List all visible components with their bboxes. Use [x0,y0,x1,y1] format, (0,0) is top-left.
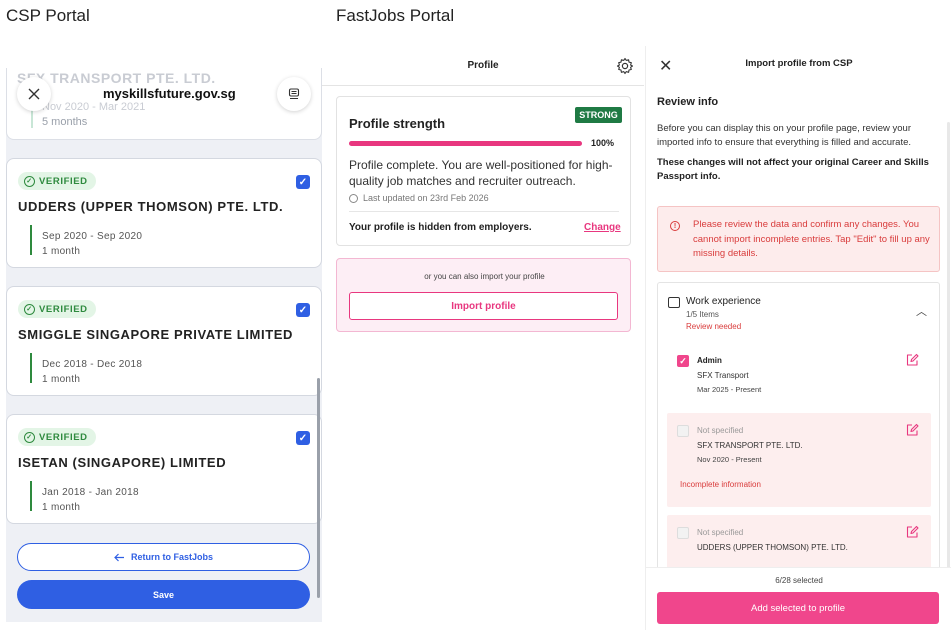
clock-icon [349,193,358,203]
section-status: Review needed [686,322,742,331]
strength-badge: STRONG [575,107,622,123]
job-company: UDDERS (UPPER THOMSON) PTE. LTD. [697,543,848,552]
select-checkbox[interactable]: ✓ [296,175,310,189]
review-note: These changes will not affect your origi… [657,157,929,182]
partial-experience-card: SFX TRANSPORT PTE. LTD. Nov 2020 - Mar 2… [6,68,322,140]
job-dates: Nov 2020 - Present [697,455,762,464]
return-to-fastjobs-button[interactable]: Return to FastJobs [17,543,310,571]
strength-progress-bar [349,141,582,146]
strength-progress-fill [349,141,582,146]
gear-icon[interactable] [616,57,634,75]
review-heading: Review info [657,96,719,108]
job-item[interactable]: Not specified SFX TRANSPORT PTE. LTD. No… [667,413,931,507]
page-title: Import profile from CSP [745,58,853,69]
fastjobs-profile-screen: Profile Profile strength STRONG 100% Pro… [322,46,644,630]
import-header: ✕ Import profile from CSP [646,46,951,82]
employment-dates: Dec 2018 - Dec 2018 [42,359,143,370]
experience-card[interactable]: ✓ VERIFIED ✓ ISETAN (SINGAPORE) LIMITED … [6,414,322,524]
csp-portal-caption: CSP Portal [6,6,90,25]
job-item[interactable]: Not specified UDDERS (UPPER THOMSON) PTE… [667,515,931,567]
page-title: Profile [467,60,499,71]
import-body: Review info Before you can display this … [646,82,951,567]
employment-duration: 1 month [42,502,81,513]
strength-description: Profile complete. You are well-positione… [349,158,613,188]
import-from-csp-screen: ✕ Import profile from CSP Review info Be… [645,46,951,630]
profile-strength-title: Profile strength [349,116,446,131]
selected-count: 6/28 selected [775,576,823,585]
import-profile-button[interactable]: Import profile [349,292,618,320]
section-count: 1/5 Items [686,310,719,319]
edit-icon[interactable] [905,353,919,367]
experience-card[interactable]: ✓ VERIFIED ✓ SMIGGLE SINGAPORE PRIVATE L… [6,286,322,396]
visibility-status: Your profile is hidden from employers. [349,222,532,233]
company-name: ISETAN (SINGAPORE) LIMITED [18,455,227,470]
incomplete-alert: ! Please review the data and confirm any… [657,206,940,272]
menu-icon [288,88,300,100]
alert-icon: ! [670,221,680,231]
job-title: Not specified [697,426,744,435]
job-company: SFX Transport [697,371,749,380]
timeline-bar [30,353,32,383]
browser-menu-button[interactable] [277,77,311,111]
profile-header: Profile [322,46,644,86]
edit-icon[interactable] [905,525,919,539]
last-updated: Last updated on 23rd Feb 2026 [349,193,489,203]
review-description: Before you can display this on your prof… [657,123,912,148]
timeline-bar [30,225,32,255]
fastjobs-portal-caption: FastJobs Portal [336,6,455,25]
job-title: Admin [697,356,722,365]
company-name: SMIGGLE SINGAPORE PRIVATE LIMITED [18,327,294,342]
strength-percent: 100% [591,138,615,148]
divider [349,211,619,212]
verified-check-icon: ✓ [24,431,35,443]
profile-strength-card: Profile strength STRONG 100% Profile com… [336,96,631,246]
partial-card-dates: Nov 2020 - Mar 2021 [42,101,146,113]
import-footer: 6/28 selected Add selected to profile [646,567,951,630]
select-checkbox[interactable]: ✓ [296,303,310,317]
job-title: Not specified [697,528,744,537]
close-button[interactable] [17,77,51,111]
job-company: SFX TRANSPORT PTE. LTD. [697,441,803,450]
scrollbar[interactable] [317,378,320,598]
section-title: Work experience [686,296,761,307]
add-selected-button[interactable]: Add selected to profile [657,592,939,624]
close-icon [28,88,40,100]
scrollbar[interactable] [947,122,950,567]
briefcase-icon [668,297,680,308]
job-checkbox[interactable] [677,527,689,539]
employment-dates: Sep 2020 - Sep 2020 [42,231,143,242]
partial-card-duration: 5 months [42,116,88,128]
alert-text: Please review the data and confirm any c… [693,219,930,259]
select-checkbox[interactable]: ✓ [296,431,310,445]
import-profile-card: or you can also import your profile Impo… [336,258,631,332]
work-experience-section: Work experience 1/5 Items Review needed … [657,282,940,567]
verified-badge: ✓ VERIFIED [18,428,96,446]
employment-duration: 1 month [42,246,81,257]
incomplete-label: Incomplete information [680,480,761,489]
edit-icon[interactable] [905,423,919,437]
save-button[interactable]: Save [17,580,310,609]
verified-check-icon: ✓ [24,303,35,315]
employment-dates: Jan 2018 - Jan 2018 [42,487,139,498]
job-dates: Mar 2025 - Present [697,385,762,394]
employment-duration: 1 month [42,374,81,385]
csp-portal-screen: SFX TRANSPORT PTE. LTD. Nov 2020 - Mar 2… [6,68,322,622]
verified-badge: ✓ VERIFIED [18,172,96,190]
job-checkbox[interactable]: ✓ [677,355,689,367]
job-item[interactable]: ✓ Admin SFX Transport Mar 2025 - Present [667,343,931,403]
chevron-up-icon[interactable]: ︿ [916,303,927,319]
change-visibility-link[interactable]: Change [584,222,621,233]
back-arrow-icon [114,553,124,561]
company-name: UDDERS (UPPER THOMSON) PTE. LTD. [18,199,284,214]
verified-badge: ✓ VERIFIED [18,300,96,318]
job-checkbox[interactable] [677,425,689,437]
timeline-bar [30,481,32,511]
browser-url: myskillsfuture.gov.sg [103,86,236,101]
experience-card[interactable]: ✓ VERIFIED ✓ UDDERS (UPPER THOMSON) PTE.… [6,158,322,268]
verified-check-icon: ✓ [24,175,35,187]
import-hint: or you can also import your profile [424,272,545,281]
